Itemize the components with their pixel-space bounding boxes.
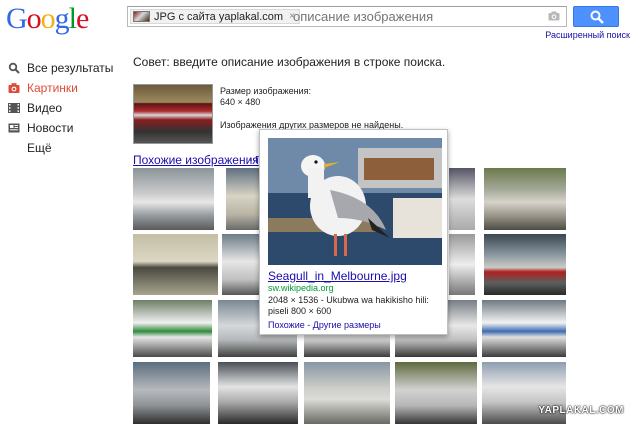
advanced-search-link[interactable]: Расширенный поиск [545, 30, 630, 40]
sidebar-item-label: Видео [27, 101, 63, 115]
google-logo[interactable]: Google [6, 2, 89, 36]
size-value: 640 × 480 [220, 97, 261, 107]
sidebar-item-all-results[interactable]: Все результаты [8, 58, 123, 78]
search-tip: Совет: введите описание изображения в ст… [133, 55, 446, 69]
result-thumbnail[interactable] [484, 168, 566, 230]
magnifier-icon [590, 10, 604, 24]
sidebar-item-label: Ещё [27, 141, 52, 155]
search-input[interactable] [293, 8, 543, 25]
logo-letter: o [26, 2, 42, 35]
seagull-photo [268, 138, 442, 265]
logo-letter: g [54, 2, 70, 35]
result-thumbnail[interactable] [449, 168, 475, 230]
sidebar-item-video[interactable]: Видео [8, 98, 123, 118]
result-thumbnail[interactable] [226, 168, 262, 230]
query-image-thumbnail [133, 11, 150, 22]
preview-dimensions: 2048 × 1536 - Ukubwa wa hakikisho hili: … [268, 295, 443, 317]
image-size-info: Размер изображения: 640 × 480 [220, 86, 311, 108]
preview-image[interactable] [268, 138, 442, 265]
search-button[interactable] [573, 6, 619, 27]
sidebar: Все результаты Картинки Видео Новости Ещ… [8, 58, 123, 158]
sidebar-item-label: Все результаты [27, 61, 114, 75]
sidebar-item-more[interactable]: Ещё [8, 138, 123, 158]
preview-links[interactable]: Похожие - Другие размеры [268, 320, 381, 330]
result-thumbnail[interactable] [218, 362, 298, 424]
logo-letter: G [6, 2, 28, 35]
result-thumbnail[interactable] [484, 234, 566, 295]
camera-icon [8, 83, 20, 93]
similar-images-link[interactable]: Похожие изображения [133, 153, 259, 167]
result-thumbnail[interactable] [482, 300, 566, 357]
size-label: Размер изображения: [220, 86, 312, 96]
result-thumbnail[interactable] [133, 234, 218, 295]
logo-letter: e [76, 2, 89, 35]
sidebar-item-label: Новости [27, 121, 74, 135]
logo-letter: o [40, 2, 56, 35]
preview-title-link[interactable]: Seagull_in_Melbourne.jpg [268, 269, 407, 283]
result-thumbnail[interactable] [395, 362, 477, 424]
search-icon [8, 62, 20, 74]
image-query-chip[interactable]: JPG с сайта yaplakal.com × [130, 9, 300, 24]
result-thumbnail[interactable] [449, 234, 475, 295]
preview-site-url: sw.wikipedia.org [268, 283, 334, 293]
sidebar-item-news[interactable]: Новости [8, 118, 123, 138]
logo-letter: l [68, 2, 77, 35]
camera-icon[interactable] [548, 11, 560, 21]
sidebar-item-images[interactable]: Картинки [8, 78, 123, 98]
result-thumbnail[interactable] [133, 300, 212, 357]
newspaper-icon [8, 123, 20, 133]
search-box[interactable]: JPG с сайта yaplakal.com × [127, 6, 567, 27]
film-icon [8, 103, 20, 113]
result-thumbnail[interactable] [222, 234, 262, 295]
watermark: YAPLAKAL.COM [538, 405, 624, 416]
query-image[interactable] [133, 84, 213, 144]
result-thumbnail[interactable] [304, 362, 390, 424]
dims-line-1: 2048 × 1536 - Ukubwa wa hakikisho hili: [268, 295, 429, 305]
result-thumbnail[interactable] [133, 362, 210, 424]
result-thumbnail[interactable] [133, 168, 214, 230]
sidebar-item-label: Картинки [27, 81, 78, 95]
dims-line-2: piseli 800 × 600 [268, 306, 332, 316]
image-preview-popup[interactable]: Seagull_in_Melbourne.jpg sw.wikipedia.or… [259, 129, 448, 335]
chip-label: JPG с сайта yaplakal.com [154, 10, 284, 23]
